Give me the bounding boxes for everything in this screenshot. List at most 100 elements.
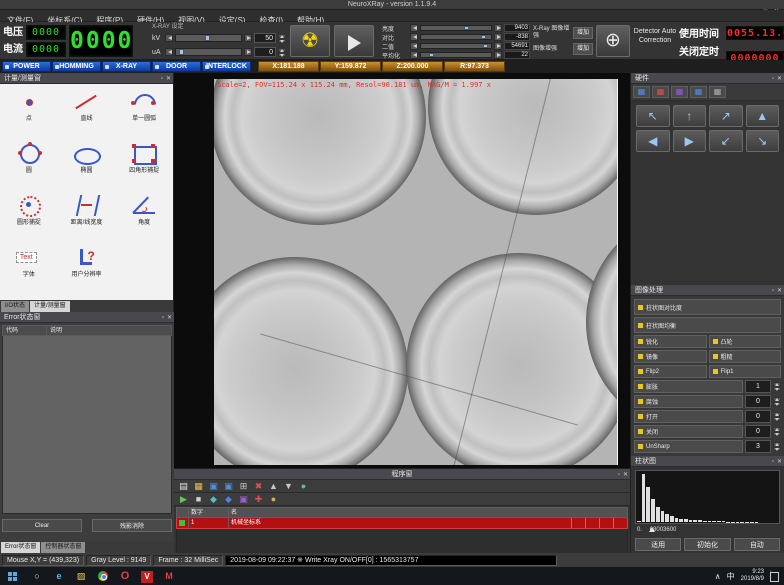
dock-control-icon[interactable]: ✕	[623, 472, 628, 478]
measure-tool[interactable]: 点	[0, 86, 58, 138]
program-toolbar-icon[interactable]: ▦	[193, 481, 204, 492]
adjust-slider[interactable]	[420, 25, 492, 31]
morphology-button[interactable]: 打开	[634, 410, 743, 423]
ua-spinner[interactable]	[278, 48, 286, 57]
histogram-button[interactable]: 初始化	[684, 538, 730, 551]
dock-control-icon[interactable]: ▫	[772, 76, 774, 82]
ua-value[interactable]: 0	[254, 47, 276, 57]
adjust-left-arrow[interactable]	[410, 33, 418, 41]
adjust-right-arrow[interactable]	[494, 51, 502, 59]
taskbar-app-icon[interactable]: ○	[26, 567, 48, 585]
hardware-tool-icon[interactable]: ▦	[633, 86, 650, 98]
morphology-button[interactable]: UnSharp	[634, 440, 743, 453]
start-button[interactable]	[0, 567, 26, 585]
dock-control-icon[interactable]: ✕	[777, 459, 782, 465]
measure-tool[interactable]: 椭圆	[58, 138, 116, 190]
adjust-slider-thumb[interactable]	[481, 35, 486, 39]
adjust-slider-thumb[interactable]	[483, 44, 488, 48]
histogram-button[interactable]: 自动	[734, 538, 780, 551]
dock-control-icon[interactable]: ▫	[161, 76, 163, 82]
measure-tool[interactable]: 单一圆弧	[115, 86, 173, 138]
program-toolbar-icon[interactable]: ▣	[238, 494, 249, 505]
measure-tool[interactable]: 四角形捕捉	[115, 138, 173, 190]
taskbar-app-icon[interactable]: V	[136, 567, 158, 585]
taskbar-app-icon[interactable]: e	[48, 567, 70, 585]
detector-calibration-button[interactable]: ⊕	[596, 25, 630, 57]
dock-control-icon[interactable]: ✕	[777, 76, 782, 82]
ua-slider-left-arrow[interactable]	[165, 48, 173, 56]
program-toolbar-icon[interactable]: ▣	[223, 481, 234, 492]
adjust-slider-thumb[interactable]	[464, 26, 469, 30]
morphology-spinner[interactable]	[773, 395, 781, 408]
play-button[interactable]	[334, 25, 374, 57]
language-indicator[interactable]: 中	[727, 571, 735, 582]
image-processing-button[interactable]: 柱状图均衡	[634, 317, 781, 333]
image-processing-button[interactable]: 粗糙	[709, 350, 782, 363]
jog-arrow-button[interactable]: ▲	[746, 105, 780, 127]
kv-slider[interactable]	[175, 34, 242, 42]
dock-tab[interactable]: I/O状态	[1, 301, 29, 312]
jog-arrow-button[interactable]: ↑	[673, 105, 707, 127]
hardware-tool-icon[interactable]: ▦	[671, 86, 688, 98]
adjust-right-arrow[interactable]	[494, 24, 502, 32]
program-row-cell[interactable]	[613, 518, 627, 528]
program-toolbar-icon[interactable]: ▲	[268, 481, 279, 492]
histogram-marker[interactable]	[649, 527, 655, 532]
morphology-spinner[interactable]	[773, 380, 781, 393]
adjust-left-arrow[interactable]	[410, 51, 418, 59]
ua-slider[interactable]	[175, 48, 242, 56]
kv-slider-right-arrow[interactable]	[244, 34, 252, 42]
measure-tool[interactable]: 距离/线宽度	[58, 190, 116, 242]
adjust-slider[interactable]	[420, 52, 492, 58]
morphology-button[interactable]: 腐蚀	[634, 395, 743, 408]
xray-on-button[interactable]: ☢	[290, 25, 330, 57]
program-toolbar-icon[interactable]: ▶	[178, 494, 189, 505]
dock-control-icon[interactable]: ✕	[166, 76, 171, 82]
measure-tool[interactable]: 用户分辨率	[58, 242, 116, 294]
program-toolbar-icon[interactable]: ◆	[208, 494, 219, 505]
enhance-button[interactable]: 增加	[573, 27, 593, 39]
morphology-button[interactable]: 关闭	[634, 425, 743, 438]
program-toolbar-icon[interactable]: ✚	[253, 494, 264, 505]
kv-spinner[interactable]	[278, 34, 286, 43]
morphology-button[interactable]: 膨胀	[634, 380, 743, 393]
clear-button[interactable]: Clear	[2, 519, 82, 532]
dock-control-icon[interactable]: ▫	[162, 315, 164, 321]
dock-control-icon[interactable]: ▫	[772, 459, 774, 465]
hardware-tool-icon[interactable]: ▦	[690, 86, 707, 98]
measure-tool[interactable]: 圆形捕捉	[0, 190, 58, 242]
taskbar-app-icon[interactable]: M	[158, 567, 180, 585]
measure-tool[interactable]: 角度	[115, 190, 173, 242]
ua-slider-thumb[interactable]	[179, 49, 184, 55]
jog-arrow-button[interactable]: ↘	[746, 130, 780, 152]
hardware-tool-icon[interactable]: ▦	[709, 86, 726, 98]
program-toolbar-icon[interactable]: ▣	[208, 481, 219, 492]
ua-slider-right-arrow[interactable]	[244, 48, 252, 56]
measure-tool[interactable]: 直线	[58, 86, 116, 138]
xray-image[interactable]: Scale=2, FOV=115.24 x 115.24 mm, Resol=9…	[214, 79, 618, 465]
program-toolbar-icon[interactable]: ■	[193, 494, 204, 505]
jog-arrow-button[interactable]: ↗	[709, 105, 743, 127]
histogram-canvas[interactable]	[635, 470, 780, 524]
program-toolbar-icon[interactable]: ✖	[253, 481, 264, 492]
adjust-right-arrow[interactable]	[494, 42, 502, 50]
kv-slider-left-arrow[interactable]	[165, 34, 173, 42]
kv-value[interactable]: 50	[254, 33, 276, 43]
dock-control-icon[interactable]: ✕	[777, 288, 782, 294]
measure-tool[interactable]: 圆	[0, 138, 58, 190]
dock-tab[interactable]: 计量/测量窗	[30, 301, 70, 312]
adjust-left-arrow[interactable]	[410, 24, 418, 32]
notification-center-icon[interactable]	[770, 570, 780, 582]
jog-arrow-button[interactable]: ↖	[636, 105, 670, 127]
hardware-tool-icon[interactable]: ▦	[652, 86, 669, 98]
program-row-selected[interactable]: 1 机械坐标系	[176, 518, 628, 529]
histogram-button[interactable]: 适用	[635, 538, 681, 551]
taskbar-app-icon[interactable]: ▨	[70, 567, 92, 585]
taskbar-app-icon[interactable]: O	[114, 567, 136, 585]
image-processing-button[interactable]: Flip2	[634, 365, 707, 378]
morphology-spinner[interactable]	[773, 440, 781, 453]
clock[interactable]: 9:23 2019/8/9	[741, 569, 764, 583]
program-toolbar-icon[interactable]: ●	[298, 481, 309, 492]
error-list[interactable]	[2, 336, 172, 514]
adjust-left-arrow[interactable]	[410, 42, 418, 50]
